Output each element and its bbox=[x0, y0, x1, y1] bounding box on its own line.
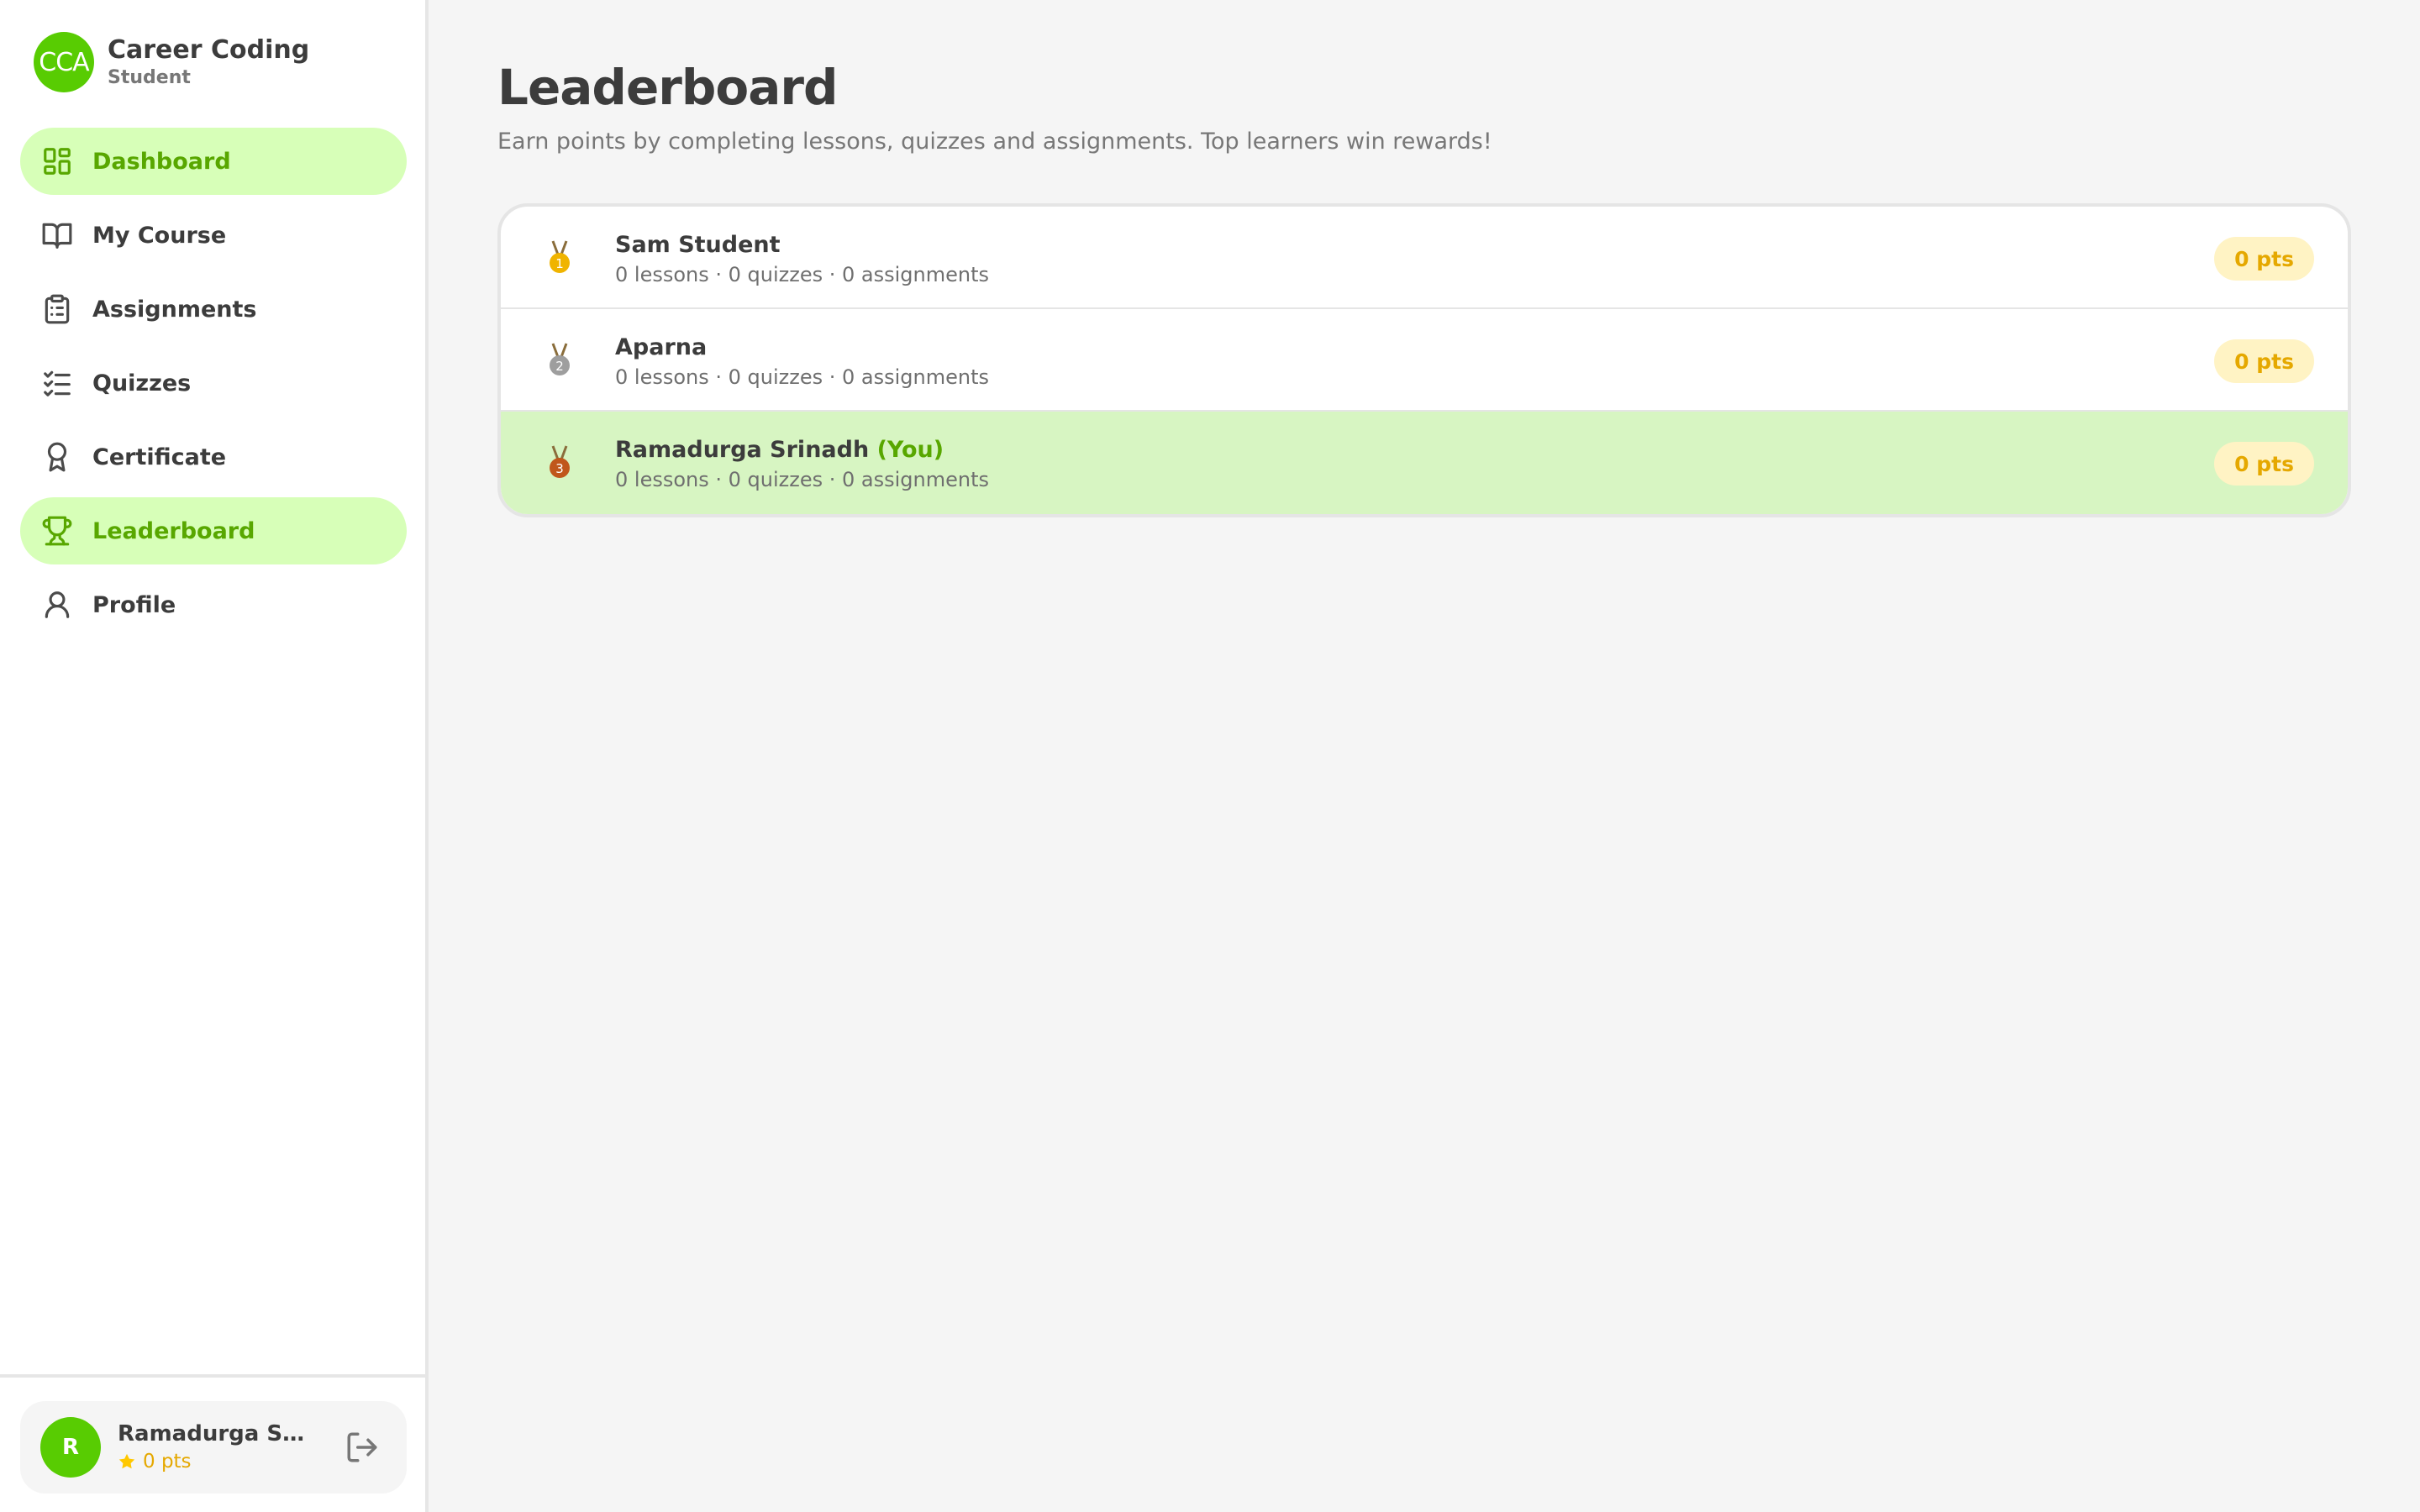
avatar: R bbox=[40, 1417, 101, 1478]
points-badge: 0 pts bbox=[2214, 442, 2314, 486]
you-label: (You) bbox=[876, 437, 944, 463]
user-card[interactable]: R Ramadurga Sri... 0 pts bbox=[20, 1401, 407, 1494]
sidebar-footer: R Ramadurga Sri... 0 pts bbox=[0, 1374, 425, 1512]
leaderboard-row-current-user: 3 Ramadurga Srinadh (You) 0 lessons · 0 … bbox=[501, 412, 2348, 514]
sidebar-item-label: Leaderboard bbox=[92, 517, 255, 544]
brand-logo: CCA bbox=[34, 32, 94, 92]
sidebar-item-profile[interactable]: Profile bbox=[20, 571, 407, 638]
row-text: Aparna 0 lessons · 0 quizzes · 0 assignm… bbox=[615, 333, 989, 391]
medal-rank: 2 bbox=[555, 359, 564, 374]
clipboard-icon bbox=[40, 292, 74, 326]
sidebar: CCA Career Coding Student Dashboard My C… bbox=[0, 0, 429, 1512]
sidebar-item-quizzes[interactable]: Quizzes bbox=[20, 349, 407, 417]
user-points: 0 pts bbox=[118, 1448, 311, 1475]
sidebar-item-label: Assignments bbox=[92, 296, 257, 323]
points-badge: 0 pts bbox=[2214, 237, 2314, 281]
brand-role: Student bbox=[108, 67, 191, 88]
learner-name: Ramadurga Srinadh (You) bbox=[615, 435, 989, 465]
learner-stats: 0 lessons · 0 quizzes · 0 assignments bbox=[615, 365, 989, 389]
learner-stats: 0 lessons · 0 quizzes · 0 assignments bbox=[615, 263, 989, 286]
sidebar-item-dashboard[interactable]: Dashboard bbox=[20, 128, 407, 195]
learner-stats: 0 lessons · 0 quizzes · 0 assignments bbox=[615, 468, 989, 491]
star-icon bbox=[118, 1453, 135, 1469]
learner-name-text: Aparna bbox=[615, 334, 708, 360]
learner-name-text: Ramadurga Srinadh bbox=[615, 437, 870, 463]
dashboard-icon bbox=[40, 144, 74, 178]
learner-name-text: Sam Student bbox=[615, 232, 781, 258]
row-text: Sam Student 0 lessons · 0 quizzes · 0 as… bbox=[615, 230, 989, 289]
sidebar-item-assignments[interactable]: Assignments bbox=[20, 276, 407, 343]
sidebar-item-leaderboard[interactable]: Leaderboard bbox=[20, 497, 407, 564]
learner-name: Aparna bbox=[615, 333, 989, 363]
leaderboard-list: 1 Sam Student 0 lessons · 0 quizzes · 0 … bbox=[497, 203, 2351, 517]
logout-icon bbox=[347, 1432, 377, 1462]
row-text: Ramadurga Srinadh (You) 0 lessons · 0 qu… bbox=[615, 435, 989, 494]
sidebar-item-my-course[interactable]: My Course bbox=[20, 202, 407, 269]
book-icon bbox=[40, 218, 74, 252]
sidebar-item-label: Certificate bbox=[92, 444, 227, 470]
brand-text: Career Coding Student bbox=[108, 34, 309, 90]
points-badge: 0 pts bbox=[2214, 339, 2314, 383]
app-root: CCA Career Coding Student Dashboard My C… bbox=[0, 0, 2420, 1512]
gold-medal-icon: 1 bbox=[550, 240, 570, 273]
logout-button[interactable] bbox=[345, 1430, 380, 1465]
sidebar-item-certificate[interactable]: Certificate bbox=[20, 423, 407, 491]
page-subtitle: Earn points by completing lessons, quizz… bbox=[497, 129, 1492, 155]
brand[interactable]: CCA Career Coding Student bbox=[34, 32, 309, 92]
sidebar-nav: Dashboard My Course Assignments Quizzes bbox=[20, 128, 407, 645]
sidebar-item-label: My Course bbox=[92, 222, 227, 249]
sidebar-item-label: Dashboard bbox=[92, 148, 231, 175]
main-content: Leaderboard Earn points by completing le… bbox=[497, 0, 2354, 517]
user-name: Ramadurga Sri... bbox=[118, 1421, 311, 1446]
bronze-medal-icon: 3 bbox=[550, 445, 570, 478]
award-icon bbox=[40, 440, 74, 474]
page-title: Leaderboard bbox=[497, 59, 839, 116]
medal-rank: 3 bbox=[555, 461, 564, 476]
leaderboard-row: 1 Sam Student 0 lessons · 0 quizzes · 0 … bbox=[501, 207, 2348, 309]
brand-name: Career Coding bbox=[108, 35, 310, 65]
user-icon bbox=[40, 588, 74, 622]
user-info: Ramadurga Sri... 0 pts bbox=[118, 1420, 311, 1475]
sidebar-item-label: Quizzes bbox=[92, 370, 192, 396]
user-points-value: 0 pts bbox=[143, 1451, 192, 1473]
trophy-icon bbox=[40, 514, 74, 548]
leaderboard-row: 2 Aparna 0 lessons · 0 quizzes · 0 assig… bbox=[501, 309, 2348, 412]
checklist-icon bbox=[40, 366, 74, 400]
silver-medal-icon: 2 bbox=[550, 343, 570, 375]
medal-rank: 1 bbox=[555, 256, 564, 271]
sidebar-item-label: Profile bbox=[92, 591, 176, 618]
learner-name: Sam Student bbox=[615, 230, 989, 260]
